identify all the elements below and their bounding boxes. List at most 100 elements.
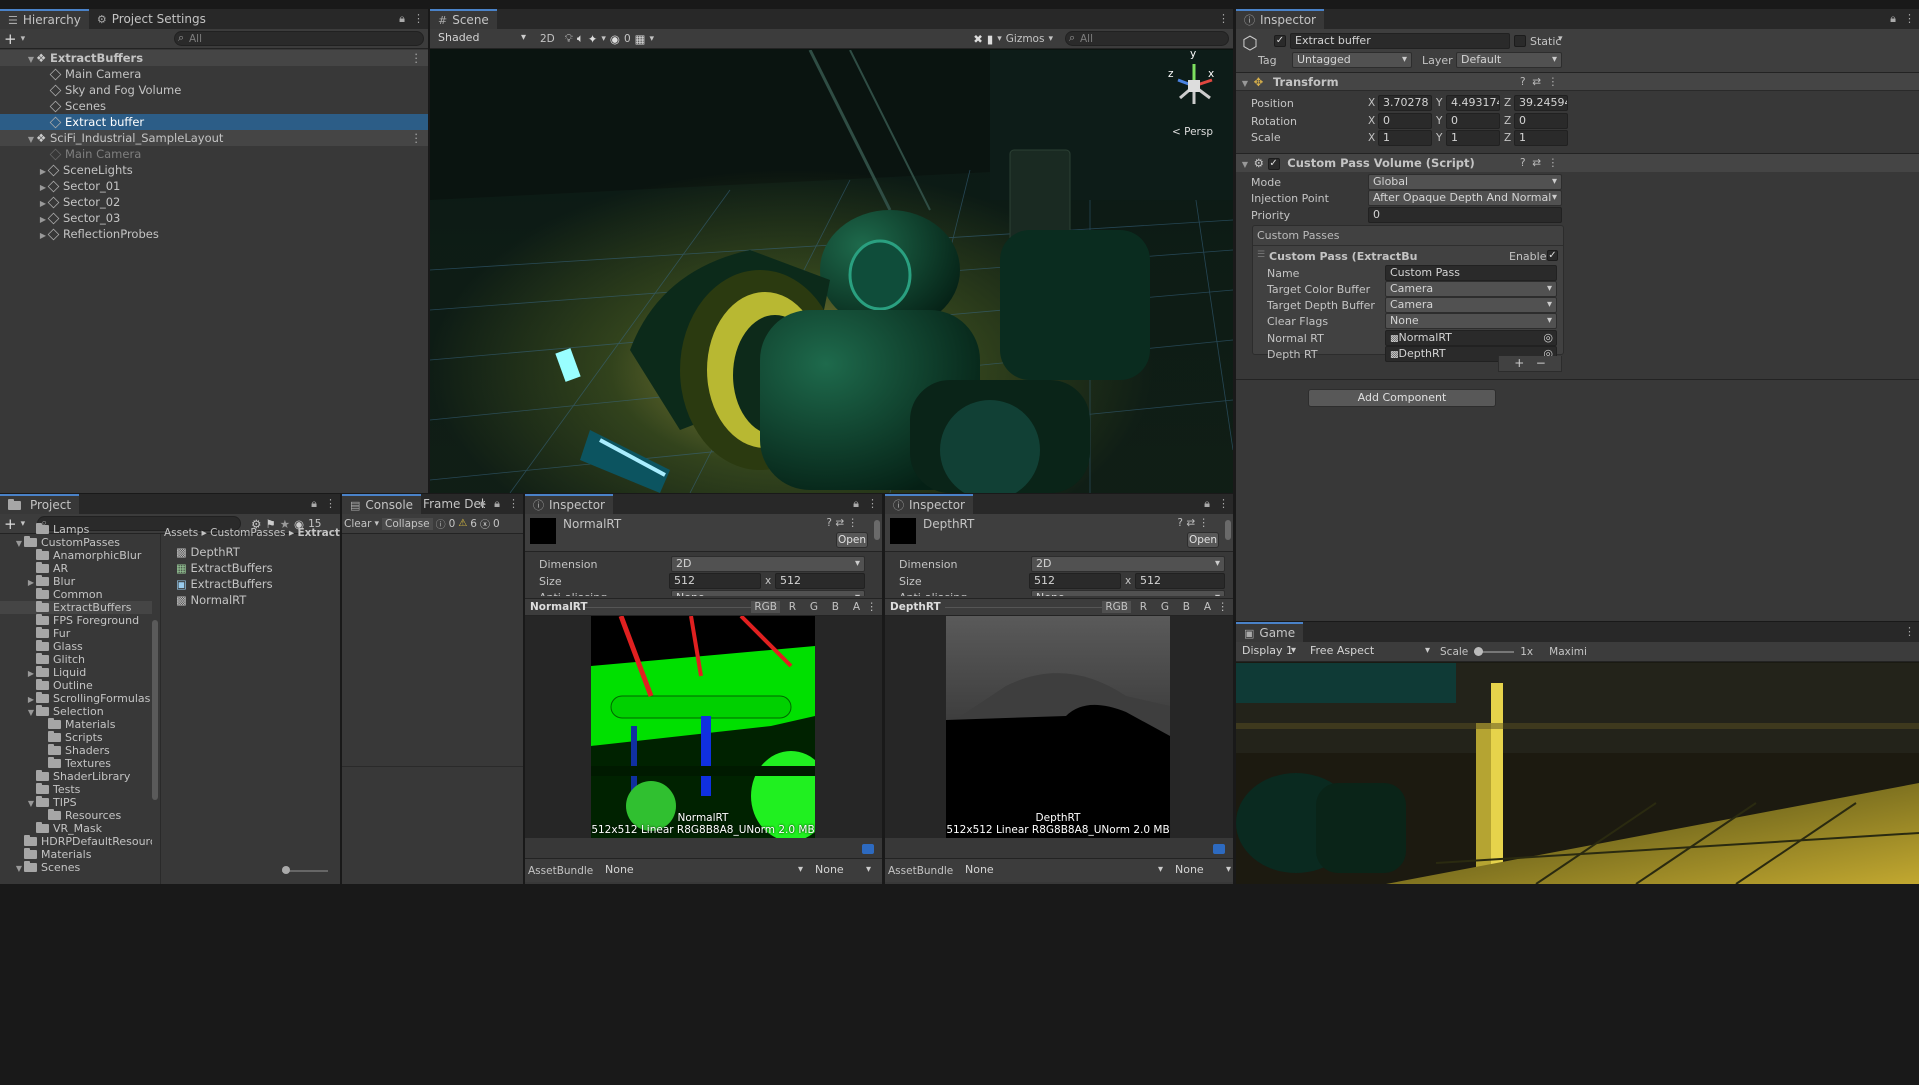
size-height-field[interactable]: 512 [775,573,865,589]
project-folder-item[interactable]: Fur [0,627,152,640]
active-checkbox[interactable]: ✓ [1274,35,1286,47]
expand-arrow-icon[interactable]: ▼ [1240,75,1250,93]
scale-y-field[interactable]: 1 [1446,130,1500,146]
size-height-field[interactable]: 512 [1135,573,1225,589]
error-icon[interactable]: ⓧ [480,516,490,531]
project-folder-item[interactable]: ▼ TIPS [0,796,152,809]
more-menu-icon[interactable]: ⋮ [1548,76,1559,88]
tab-inspector[interactable]: ⓘ Inspector [1236,9,1324,29]
more-menu-icon[interactable]: ⋮ [1904,12,1915,26]
project-folder-item[interactable]: ShaderLibrary [0,770,152,783]
channel-r-button[interactable]: R [1140,601,1147,613]
dimension-dropdown[interactable]: 2D [671,556,865,572]
lock-icon[interactable]: 🔒︎ [1204,497,1210,511]
game-viewport[interactable] [1236,663,1919,884]
projection-toggle[interactable]: < Persp [1172,126,1213,138]
preset-icon[interactable]: ⇄ [1532,157,1541,169]
lock-icon[interactable]: 🔒︎ [1890,12,1896,26]
project-folder-item[interactable]: AnamorphicBlur [0,549,152,562]
rotation-y-field[interactable]: 0 [1446,113,1500,129]
custom-pass-volume-header[interactable]: ▼ ⚙ ✓ Custom Pass Volume (Script) ? ⇄ ⋮ [1236,154,1919,172]
drag-handle-icon[interactable]: ☰ [1257,250,1265,260]
lock-icon[interactable]: 🔒︎ [399,12,405,26]
static-checkbox[interactable] [1514,35,1526,47]
add-component-button[interactable]: Add Component [1308,389,1496,407]
audio-toggle-icon[interactable]: 🔈︎ [577,31,584,46]
more-menu-icon[interactable]: ⋮ [411,50,423,66]
pass-enabled-checkbox[interactable]: ✓ [1547,250,1558,261]
help-icon[interactable]: ? [1520,157,1526,169]
project-folder-item[interactable]: ▼ Selection [0,705,152,718]
normal-rt-object-field[interactable]: ▩NormalRT ◎ [1385,330,1557,346]
console-log-area[interactable] [342,535,523,767]
project-folder-item[interactable]: Glitch [0,653,152,666]
slider-handle[interactable] [1474,646,1484,656]
hierarchy-item[interactable]: ▶ Sector_01 [0,178,428,194]
chevron-down-icon[interactable]: ▾ [21,34,26,44]
scale-slider[interactable] [1474,646,1515,656]
lock-icon[interactable]: 🔒︎ [311,497,317,511]
channel-r-button[interactable]: R [789,601,796,613]
project-folder-item[interactable]: ▶ ScrollingFormulas [0,692,152,705]
collapsed-arrow-icon[interactable]: ▶ [38,228,48,244]
tag-dropdown[interactable]: Untagged [1292,52,1412,68]
priority-field[interactable]: 0 [1368,207,1562,223]
hierarchy-item[interactable]: Main Camera [0,146,428,162]
slider-handle[interactable] [282,866,290,874]
clear-button[interactable]: Clear [344,518,371,530]
more-menu-icon[interactable]: ⋮ [413,12,424,26]
size-width-field[interactable]: 512 [669,573,761,589]
hierarchy-item-selected[interactable]: Extract buffer [0,114,428,130]
object-name-field[interactable]: Extract buffer [1290,33,1510,49]
open-button[interactable]: Open [836,532,868,548]
grid-toggle-icon[interactable]: ▦ [635,32,646,46]
aspect-dropdown[interactable]: Free Aspect [1306,644,1434,660]
hierarchy-item[interactable]: ▶ ReflectionProbes [0,226,428,242]
component-enabled-checkbox[interactable]: ✓ [1267,157,1280,170]
preset-icon[interactable]: ⇄ [835,517,844,529]
scene-row-extractbuffers[interactable]: ▼ ❖ ExtractBuffers ⋮ [0,50,428,66]
info-icon[interactable]: ⓘ [436,516,446,531]
scene-row-scifi[interactable]: ▼ ❖ SciFi_Industrial_SampleLayout ⋮ [0,130,428,146]
expand-arrow-icon[interactable]: ▼ [1240,156,1250,174]
add-pass-icon[interactable]: + [1514,356,1524,370]
more-menu-icon[interactable]: ⋮ [508,497,519,511]
remove-pass-icon[interactable]: − [1536,356,1546,370]
more-menu-icon[interactable]: ⋮ [1199,517,1210,529]
shading-mode-dropdown[interactable]: Shaded [434,31,530,47]
breadcrumb-item[interactable]: Assets [164,527,198,539]
chevron-down-icon[interactable]: ▾ [1558,34,1563,44]
preview-area[interactable]: NormalRT 512x512 Linear R8G8B8A8_UNorm 2… [525,614,882,841]
hierarchy-item[interactable]: Main Camera [0,66,428,82]
collapse-button[interactable]: Collapse [382,517,433,530]
channel-b-button[interactable]: B [1183,601,1190,613]
file-item[interactable]: ▣ ExtractBuffers [176,576,336,592]
hierarchy-item[interactable]: ▶ Sector_03 [0,210,428,226]
scale-x-field[interactable]: 1 [1378,130,1432,146]
channel-rgb-button[interactable]: RGB [1102,601,1131,613]
tabs-more-icon[interactable]: ▸ [481,497,487,511]
object-picker-icon[interactable]: ◎ [1543,331,1553,345]
position-x-field[interactable]: 3.70278 [1378,95,1432,111]
project-folder-item[interactable]: Materials [0,718,152,731]
tab-scene[interactable]: # Scene [430,9,497,29]
project-folder-item[interactable]: VR_Mask [0,822,152,835]
project-folder-item[interactable]: ▼ Scenes [0,861,152,874]
anti-aliasing-dropdown[interactable]: None [671,590,865,596]
hidden-objects-icon[interactable]: ◉ [610,32,620,46]
file-item[interactable]: ▦ ExtractBuffers [176,560,336,576]
expand-arrow-icon[interactable]: ▼ [14,862,24,875]
breadcrumb-item[interactable]: CustomPasses [210,527,285,539]
preview-area[interactable]: DepthRT 512x512 Linear R8G8B8A8_UNorm 2.… [885,616,1233,838]
hierarchy-item[interactable]: Scenes [0,98,428,114]
channel-g-button[interactable]: G [810,601,818,613]
scene-search-input[interactable]: All [1065,31,1229,46]
hierarchy-item[interactable]: ▶ Sector_02 [0,194,428,210]
project-folder-item[interactable]: ▶ Blur [0,575,152,588]
project-folder-item[interactable]: Shaders [0,744,152,757]
chevron-down-icon[interactable]: ▾ [374,519,379,529]
project-folder-item[interactable]: HDRPDefaultResources [0,835,152,848]
more-menu-icon[interactable]: ⋮ [1548,157,1559,169]
project-folder-item[interactable]: Outline [0,679,152,692]
more-menu-icon[interactable]: ⋮ [1904,625,1915,638]
